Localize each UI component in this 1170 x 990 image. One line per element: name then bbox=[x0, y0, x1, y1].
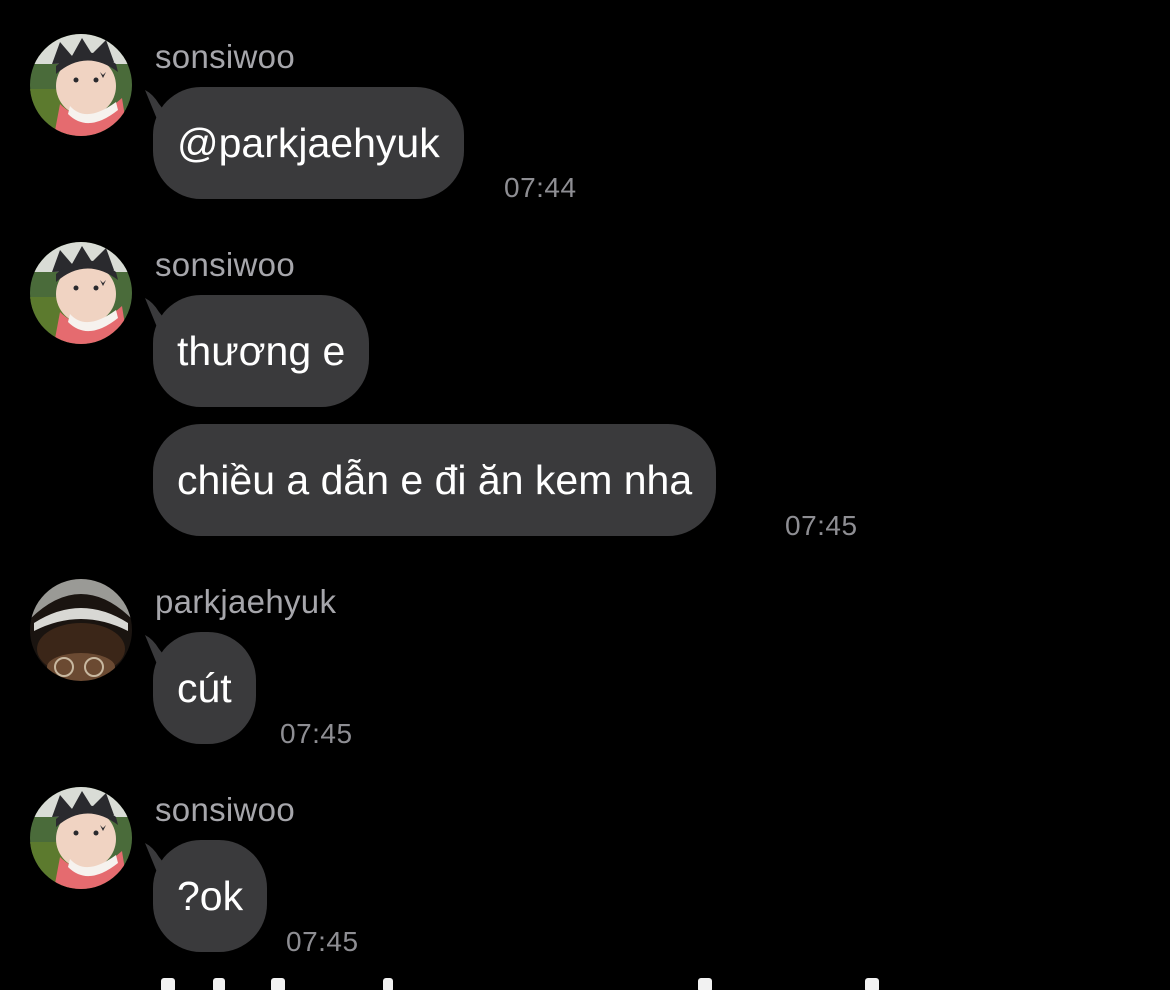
sender-name: sonsiwoo bbox=[155, 791, 295, 828]
message-bubble[interactable]: chiều a dẫn e đi ăn kem nha bbox=[153, 424, 717, 536]
message-timestamp: 07:45 bbox=[286, 926, 359, 957]
parkjaehyuk-avatar[interactable] bbox=[30, 579, 132, 681]
sender-name: sonsiwoo bbox=[155, 246, 295, 283]
chat-thread: sonsiwoo @parkjaehyuk 07:44 sonsiwoo thư… bbox=[0, 0, 1170, 990]
message-bubble[interactable]: thương e bbox=[153, 295, 370, 407]
sonsiwoo-avatar[interactable] bbox=[30, 242, 132, 344]
message-timestamp: 07:45 bbox=[785, 510, 858, 541]
message-timestamp: 07:45 bbox=[280, 718, 353, 749]
clipped-next-message bbox=[153, 978, 893, 990]
message-bubble[interactable]: cút bbox=[153, 632, 256, 744]
sender-name: sonsiwoo bbox=[155, 38, 295, 75]
message-bubble[interactable]: ?ok bbox=[153, 840, 268, 952]
message-timestamp: 07:44 bbox=[504, 172, 577, 203]
sender-name: parkjaehyuk bbox=[155, 583, 337, 620]
sonsiwoo-avatar[interactable] bbox=[30, 34, 132, 136]
message-bubble[interactable]: @parkjaehyuk bbox=[153, 87, 464, 199]
sonsiwoo-avatar[interactable] bbox=[30, 787, 132, 889]
